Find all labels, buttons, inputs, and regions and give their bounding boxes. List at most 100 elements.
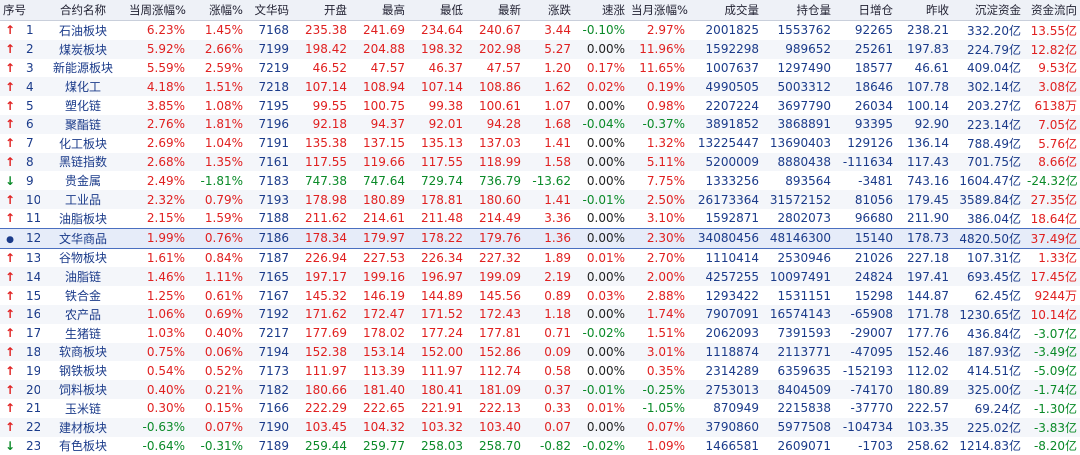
trend-indicator: ↑ — [0, 248, 20, 267]
daily-oi-change-cell: -3481 — [834, 171, 896, 190]
trend-indicator: ↓ — [0, 437, 20, 455]
last-cell: 736.79 — [466, 171, 524, 190]
col-name-header[interactable]: 合约名称 — [40, 0, 126, 21]
diff-cell: 0.58 — [524, 361, 574, 380]
table-row[interactable]: ↑4煤化工4.18%1.51%7218107.14108.94107.14108… — [0, 77, 1080, 96]
fund-flow-cell: 9.53亿 — [1024, 59, 1080, 78]
contract-name-cell[interactable]: 工业品 — [40, 190, 126, 209]
col-speed-header[interactable]: 速涨 — [574, 0, 628, 21]
settled-fund-cell: 302.14亿 — [952, 77, 1024, 96]
contract-name-cell[interactable]: 黑链指数 — [40, 153, 126, 172]
contract-name-cell[interactable]: 软商板块 — [40, 343, 126, 362]
col-open-interest-header[interactable]: 持仓量 — [762, 0, 834, 21]
col-index-header[interactable]: 序号 — [0, 0, 40, 21]
col-fund-flow-header[interactable]: 资金流向 — [1024, 0, 1080, 21]
table-row[interactable]: ↑20饲料板块0.40%0.21%7182180.66181.40180.411… — [0, 380, 1080, 399]
contract-name-cell[interactable]: 铁合金 — [40, 286, 126, 305]
contract-name-cell[interactable]: 农产品 — [40, 305, 126, 324]
contract-name-cell[interactable]: 建材板块 — [40, 418, 126, 437]
volume-cell: 3790860 — [688, 418, 762, 437]
diff-cell: 0.07 — [524, 418, 574, 437]
contract-name-cell[interactable]: 贵金属 — [40, 171, 126, 190]
contract-name-cell[interactable]: 饲料板块 — [40, 380, 126, 399]
contract-name-cell[interactable]: 聚酯链 — [40, 115, 126, 134]
contract-name-cell[interactable]: 煤化工 — [40, 77, 126, 96]
col-open-header[interactable]: 开盘 — [292, 0, 350, 21]
settled-fund-cell: 1214.83亿 — [952, 437, 1024, 455]
table-row[interactable]: ↓23有色板块-0.64%-0.31%7189259.44259.77258.0… — [0, 437, 1080, 455]
trend-indicator: ↑ — [0, 59, 20, 78]
speed-cell: 0.00% — [574, 40, 628, 59]
speed-cell: 0.00% — [574, 171, 628, 190]
code-cell: 7193 — [246, 190, 292, 209]
col-low-header[interactable]: 最低 — [408, 0, 466, 21]
daily-oi-change-cell: 96680 — [834, 209, 896, 228]
contract-name-cell[interactable]: 谷物板块 — [40, 248, 126, 267]
col-change-header[interactable]: 涨幅% — [188, 0, 246, 21]
high-cell: 146.19 — [350, 286, 408, 305]
contract-name-cell[interactable]: 油脂板块 — [40, 209, 126, 228]
contract-name-cell[interactable]: 石油板块 — [40, 21, 126, 40]
table-row[interactable]: ↑14油脂链1.46%1.11%7165197.17199.16196.9719… — [0, 267, 1080, 286]
contract-name-cell[interactable]: 钢铁板块 — [40, 361, 126, 380]
col-month-change-header[interactable]: 当月涨幅% — [628, 0, 688, 21]
contract-name-cell[interactable]: 新能源板块 — [40, 59, 126, 78]
contract-name-cell[interactable]: 油脂链 — [40, 267, 126, 286]
table-row[interactable]: ↑1石油板块6.23%1.45%7168235.38241.69234.6424… — [0, 21, 1080, 40]
speed-cell: -0.02% — [574, 324, 628, 343]
col-week-change-header[interactable]: 当周涨幅% — [126, 0, 188, 21]
contract-name-cell[interactable]: 文华商品 — [40, 228, 126, 248]
table-row[interactable]: ↑16农产品1.06%0.69%7192171.62172.47171.5217… — [0, 305, 1080, 324]
table-row[interactable]: ↑17生猪链1.03%0.40%7217177.69178.02177.2417… — [0, 324, 1080, 343]
last-cell: 202.98 — [466, 40, 524, 59]
speed-cell: 0.00% — [574, 267, 628, 286]
table-row[interactable]: ●12文华商品1.99%0.76%7186178.34179.97178.221… — [0, 228, 1080, 248]
col-last-header[interactable]: 最新 — [466, 0, 524, 21]
contract-name-cell[interactable]: 化工板块 — [40, 134, 126, 153]
col-diff-header[interactable]: 涨跌 — [524, 0, 574, 21]
open-cell: 107.14 — [292, 77, 350, 96]
contract-name-cell[interactable]: 生猪链 — [40, 324, 126, 343]
col-daily-oi-change-header[interactable]: 日增仓 — [834, 0, 896, 21]
table-row[interactable]: ↑15铁合金1.25%0.61%7167145.32146.19144.8914… — [0, 286, 1080, 305]
code-cell: 7173 — [246, 361, 292, 380]
arrow-up-icon: ↑ — [5, 383, 15, 397]
table-row[interactable]: ↑8黑链指数2.68%1.35%7161117.55119.66117.5511… — [0, 153, 1080, 172]
table-row[interactable]: ↑10工业品2.32%0.79%7193178.98180.89178.8118… — [0, 190, 1080, 209]
month-change-cell: 2.70% — [628, 248, 688, 267]
prev-close-cell: 180.89 — [896, 380, 952, 399]
contract-name-cell[interactable]: 有色板块 — [40, 437, 126, 455]
table-row[interactable]: ↑7化工板块2.69%1.04%7191135.38137.15135.1313… — [0, 134, 1080, 153]
table-row[interactable]: ↑11油脂板块2.15%1.59%7188211.62214.61211.482… — [0, 209, 1080, 228]
change-cell: 1.08% — [188, 96, 246, 115]
daily-oi-change-cell: 15298 — [834, 286, 896, 305]
table-row[interactable]: ↑19钢铁板块0.54%0.52%7173111.97113.39111.971… — [0, 361, 1080, 380]
week-change-cell: 2.15% — [126, 209, 188, 228]
table-row[interactable]: ↓9贵金属2.49%-1.81%7183747.38747.64729.7473… — [0, 171, 1080, 190]
col-high-header[interactable]: 最高 — [350, 0, 408, 21]
code-cell: 7196 — [246, 115, 292, 134]
table-row[interactable]: ↑6聚酯链2.76%1.81%719692.1894.3792.0194.281… — [0, 115, 1080, 134]
col-volume-header[interactable]: 成交量 — [688, 0, 762, 21]
contract-name-cell[interactable]: 塑化链 — [40, 96, 126, 115]
month-change-cell: 0.98% — [628, 96, 688, 115]
week-change-cell: 0.30% — [126, 399, 188, 418]
table-row[interactable]: ↑5塑化链3.85%1.08%719599.55100.7599.38100.6… — [0, 96, 1080, 115]
col-prev-close-header[interactable]: 昨收 — [896, 0, 952, 21]
contract-name-cell[interactable]: 玉米链 — [40, 399, 126, 418]
table-row[interactable]: ↑2煤炭板块5.92%2.66%7199198.42204.88198.3220… — [0, 40, 1080, 59]
table-row[interactable]: ↑13谷物板块1.61%0.84%7187226.94227.53226.342… — [0, 248, 1080, 267]
table-row[interactable]: ↑3新能源板块5.59%2.59%721946.5247.5746.3747.5… — [0, 59, 1080, 78]
fund-flow-cell: 8.66亿 — [1024, 153, 1080, 172]
fund-flow-cell: 7.05亿 — [1024, 115, 1080, 134]
table-row[interactable]: ↑18软商板块0.75%0.06%7194152.38153.14152.001… — [0, 343, 1080, 362]
col-code-header[interactable]: 文华码 — [246, 0, 292, 21]
table-row[interactable]: ↑22建材板块-0.63%0.07%7190103.45104.32103.32… — [0, 418, 1080, 437]
code-cell: 7199 — [246, 40, 292, 59]
code-cell: 7189 — [246, 437, 292, 455]
table-row[interactable]: ↑21玉米链0.30%0.15%7166222.29222.65221.9122… — [0, 399, 1080, 418]
low-cell: 171.52 — [408, 305, 466, 324]
col-settled-fund-header[interactable]: 沉淀资金 — [952, 0, 1024, 21]
month-change-cell: 2.30% — [628, 228, 688, 248]
contract-name-cell[interactable]: 煤炭板块 — [40, 40, 126, 59]
